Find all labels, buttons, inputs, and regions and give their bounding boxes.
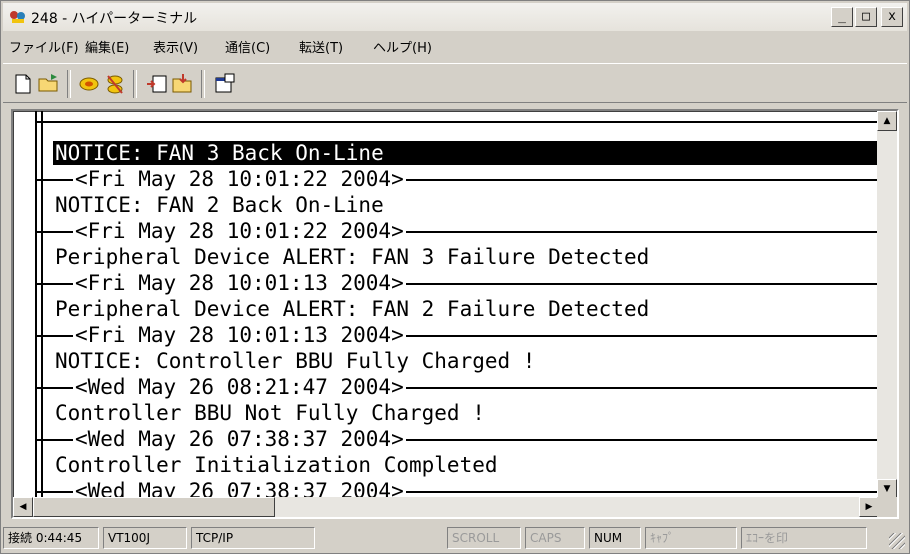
send-icon[interactable] (145, 72, 169, 96)
status-bar: 接続 0:44:45 VT100J TCP/IP SCROLL CAPS NUM… (3, 525, 907, 551)
horizontal-scrollbar[interactable]: ◀ ▶ (13, 497, 879, 517)
status-connected-time: 接続 0:44:45 (3, 527, 99, 549)
maximize-button[interactable]: □ (855, 7, 877, 27)
menu-transfer[interactable]: 転送(T) (299, 37, 343, 56)
terminal-separator-rule (55, 335, 73, 337)
terminal-separator-rule (55, 387, 73, 389)
terminal-separator-rule (55, 231, 73, 233)
connect-icon[interactable] (77, 72, 101, 96)
status-protocol: TCP/IP (191, 527, 315, 549)
log-timestamp: <Wed May 26 07:38:37 2004> (73, 427, 406, 451)
menu-bar: ファイル(F) 編集(E) 表示(V) 通信(C) 転送(T) ヘルプ(H) (3, 33, 907, 59)
scroll-left-icon[interactable]: ◀ (13, 497, 33, 517)
log-timestamp: <Fri May 28 10:01:13 2004> (73, 271, 406, 295)
log-message: Controller Initialization Completed (55, 453, 498, 477)
hyperterminal-app-icon (10, 11, 25, 23)
hyperterminal-window: 248 - ハイパーターミナル _ □ x ファイル(F) 編集(E) 表示(V… (0, 0, 910, 554)
horizontal-scroll-thumb[interactable] (33, 497, 275, 517)
window-title: 248 - ハイパーターミナル (31, 11, 198, 27)
terminal-screen[interactable]: NOTICE: FAN 3 Back On-Line <Fri May 28 1… (13, 111, 879, 499)
menu-help[interactable]: ヘルプ(H) (373, 37, 432, 56)
menu-edit[interactable]: 編集(E) (85, 37, 129, 56)
log-message: Peripheral Device ALERT: FAN 3 Failure D… (55, 245, 650, 269)
terminal-separator-rule (55, 283, 73, 285)
status-emulation: VT100J (103, 527, 187, 549)
menu-file[interactable]: ファイル(F) (9, 37, 79, 56)
scroll-right-icon[interactable]: ▶ (859, 497, 879, 517)
log-timestamp: <Wed May 26 08:21:47 2004> (73, 375, 406, 399)
terminal-separator-rule (55, 439, 73, 441)
log-message: NOTICE: Controller BBU Fully Charged ! (55, 349, 536, 373)
terminal-separator-rule (55, 491, 73, 493)
log-timestamp: <Fri May 28 10:01:13 2004> (73, 323, 406, 347)
vertical-scrollbar[interactable]: ▲ ▼ (877, 111, 897, 499)
properties-icon[interactable] (213, 72, 237, 96)
title-bar[interactable]: 248 - ハイパーターミナル _ □ x (3, 3, 907, 31)
scrollbar-corner (877, 497, 897, 517)
scroll-up-icon[interactable]: ▲ (877, 111, 897, 131)
menu-call[interactable]: 通信(C) (225, 37, 270, 56)
log-message: Controller BBU Not Fully Charged ! (55, 401, 485, 425)
receive-icon[interactable] (171, 72, 195, 96)
minimize-button[interactable]: _ (831, 7, 853, 27)
log-timestamp: <Fri May 28 10:01:22 2004> (73, 167, 406, 191)
log-message: Peripheral Device ALERT: FAN 2 Failure D… (55, 297, 650, 321)
terminal-area[interactable]: NOTICE: FAN 3 Back On-Line <Fri May 28 1… (11, 109, 899, 519)
status-echo: ｴｺｰを印 (741, 527, 867, 549)
log-timestamp: <Fri May 28 10:01:22 2004> (73, 219, 406, 243)
toolbar-separator (67, 70, 71, 98)
disconnect-icon[interactable] (103, 72, 127, 96)
scroll-down-icon[interactable]: ▼ (877, 479, 897, 499)
terminal-top-rule (37, 121, 879, 123)
status-num: NUM (589, 527, 641, 549)
open-icon[interactable] (37, 72, 61, 96)
toolbar-separator (201, 70, 205, 98)
toolbar (3, 63, 907, 103)
resize-grip[interactable] (889, 533, 905, 549)
menu-view[interactable]: 表示(V) (153, 37, 198, 56)
toolbar-separator (133, 70, 137, 98)
log-message: NOTICE: FAN 2 Back On-Line (55, 193, 384, 217)
close-button[interactable]: x (881, 7, 903, 27)
status-capture: ｷｬﾌﾟ (645, 527, 737, 549)
log-timestamp: <Wed May 26 07:38:37 2004> (73, 479, 406, 499)
status-scroll: SCROLL (447, 527, 521, 549)
new-icon[interactable] (11, 72, 35, 96)
selected-terminal-line[interactable]: NOTICE: FAN 3 Back On-Line (53, 141, 879, 165)
terminal-separator-rule (55, 179, 73, 181)
status-caps: CAPS (525, 527, 585, 549)
